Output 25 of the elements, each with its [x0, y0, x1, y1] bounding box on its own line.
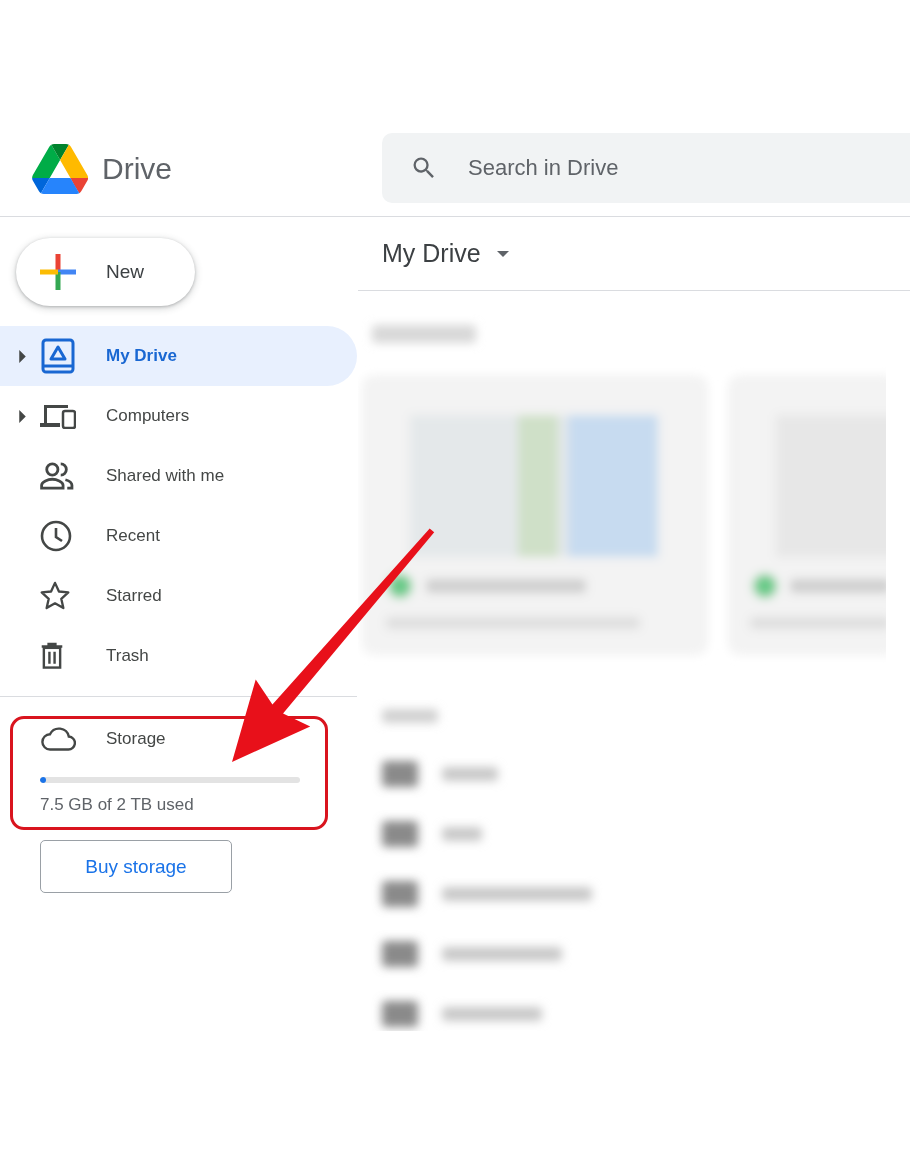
nav-item[interactable]: Starred — [0, 566, 357, 626]
expand-caret-icon[interactable] — [19, 349, 26, 363]
people-icon — [40, 462, 74, 490]
drive-logo-icon — [32, 144, 88, 194]
cloud-icon — [40, 727, 76, 751]
buy-storage-button[interactable]: Buy storage — [40, 840, 232, 893]
nav-item[interactable]: Trash — [0, 626, 357, 686]
star-icon — [40, 581, 70, 611]
folder-title-dropdown[interactable]: My Drive — [382, 239, 509, 268]
storage-usage-text: 7.5 GB of 2 TB used — [40, 795, 195, 815]
app-name: Drive — [102, 152, 172, 186]
nav-item[interactable]: Computers — [0, 386, 357, 446]
trash-icon — [40, 641, 64, 671]
drive-folder-icon — [40, 338, 76, 374]
dropdown-caret-icon — [496, 250, 509, 257]
nav-item[interactable]: My Drive — [0, 326, 357, 386]
computer-devices-icon — [40, 403, 76, 429]
clock-icon — [40, 520, 72, 552]
search-field[interactable]: Search in Drive — [466, 154, 770, 182]
new-button[interactable]: New — [16, 238, 195, 306]
plus-icon — [40, 254, 76, 290]
expand-caret-icon[interactable] — [19, 409, 26, 423]
nav-item[interactable]: Recent — [0, 506, 357, 566]
storage-label: Storage — [106, 729, 166, 749]
nav-item[interactable]: Shared with me — [0, 446, 357, 506]
